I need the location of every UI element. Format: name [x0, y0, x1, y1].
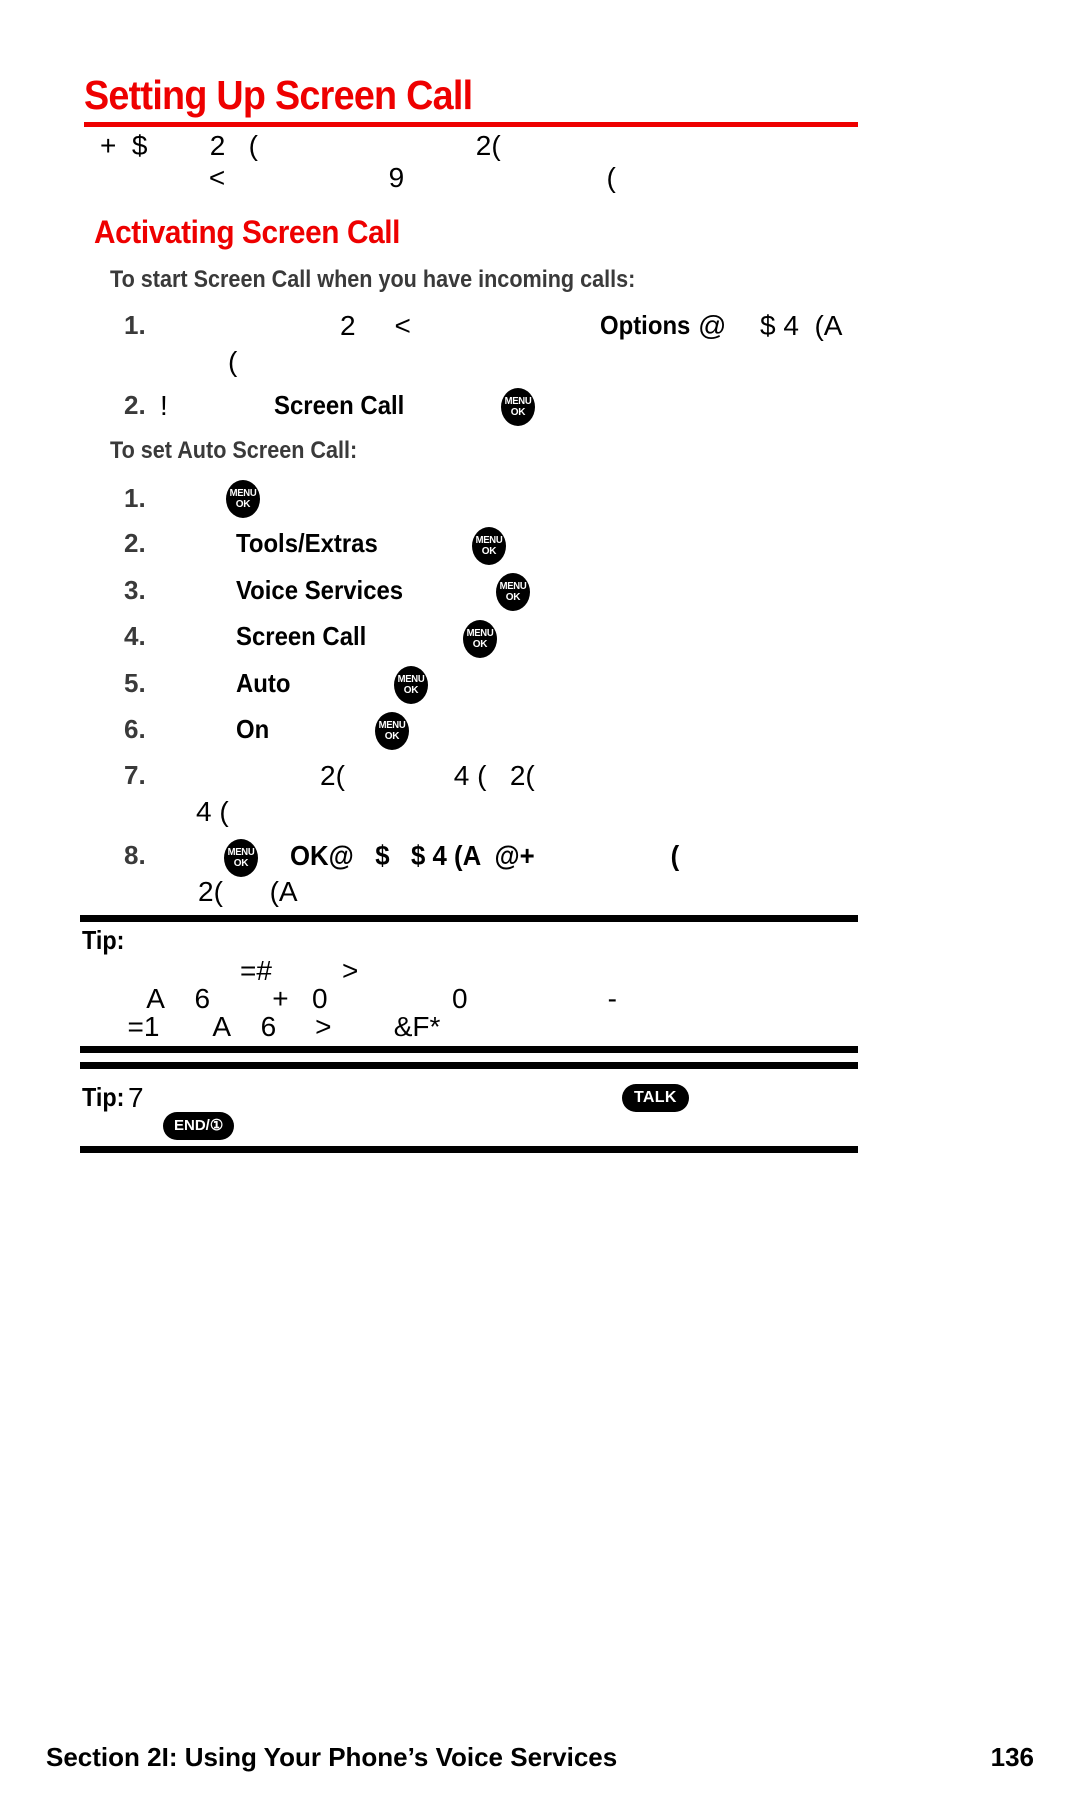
auto-step-2-label: Tools/Extras — [236, 528, 378, 558]
menu-ok-key-top-label: MENU — [397, 674, 425, 685]
menu-ok-key-bottom-label: OK — [233, 858, 249, 869]
auto-step-7-number: 7. — [124, 760, 146, 790]
auto-step-4-label: Screen Call — [236, 621, 367, 651]
menu-ok-key-icon: MENU OK — [375, 712, 409, 750]
start-step-1-pre: 2 < — [340, 310, 411, 341]
start-step-1-tail: $ 4 (A — [760, 310, 843, 341]
intro-line-1: + $ 2 ( 2( — [100, 130, 501, 161]
auto-step-6-label: On — [236, 714, 270, 744]
menu-ok-key-top-label: MENU — [499, 581, 527, 592]
auto-step-7-label: 2( 4 ( 2( — [320, 760, 535, 791]
start-step-1-bold-options: Options — [600, 310, 691, 340]
auto-step-5-number: 5. — [124, 668, 146, 698]
auto-step-7-continuation: 4 ( — [196, 796, 229, 827]
menu-ok-key-top-label: MENU — [378, 720, 406, 731]
footer-section-label: Section 2I: Using Your Phone’s Voice Ser… — [46, 1742, 618, 1772]
auto-step-2-number: 2. — [124, 528, 146, 558]
tip-2-label: Tip: — [82, 1082, 125, 1112]
auto-step-3-label: Voice Services — [236, 575, 404, 605]
menu-ok-key-icon: MENU OK — [501, 388, 535, 426]
tip-1-line-3: =1 A 6 > &F* — [112, 1011, 441, 1042]
subheading-to-set-auto: To set Auto Screen Call: — [110, 437, 358, 464]
menu-ok-key-bottom-label: OK — [384, 731, 400, 742]
auto-step-8-continuation: 2( (A — [198, 876, 298, 907]
menu-ok-key-icon: MENU OK — [224, 839, 258, 877]
auto-step-8-label: OK@ $ $ 4 (A @+ ( — [290, 840, 680, 871]
start-step-1-continuation: ( — [228, 346, 238, 377]
footer-page-number: 136 — [990, 1742, 1034, 1772]
auto-step-4-number: 4. — [124, 621, 146, 651]
end-key-icon: END/① — [163, 1112, 235, 1140]
section-heading-activating: Activating Screen Call — [94, 214, 401, 250]
start-step-2-bold-screen-call: Screen Call — [274, 390, 405, 420]
tip-1-bottom-rule — [80, 1046, 858, 1053]
menu-ok-key-bottom-label: OK — [403, 685, 419, 696]
intro-line-2: < 9 ( — [100, 162, 616, 193]
menu-ok-key-top-label: MENU — [504, 396, 532, 407]
menu-ok-key-icon: MENU OK — [463, 620, 497, 658]
tip-2-top-rule — [80, 1062, 858, 1069]
auto-step-1-number: 1. — [124, 483, 146, 513]
menu-ok-key-bottom-label: OK — [481, 546, 497, 557]
menu-ok-key-top-label: MENU — [229, 488, 257, 499]
tip-2-lead: 7 — [128, 1082, 144, 1113]
menu-ok-key-bottom-label: OK — [472, 639, 488, 650]
auto-step-3-number: 3. — [124, 575, 146, 605]
manual-page: Setting Up Screen Call + $ 2 ( 2( < 9 ( … — [0, 0, 1080, 1800]
menu-ok-key-icon: MENU OK — [472, 527, 506, 565]
menu-ok-key-top-label: MENU — [475, 535, 503, 546]
menu-ok-key-bottom-label: OK — [510, 407, 526, 418]
start-step-2-number: 2. — [124, 390, 146, 420]
talk-key-icon: TALK — [622, 1084, 689, 1112]
menu-ok-key-icon: MENU OK — [226, 480, 260, 518]
start-step-2-pre: ! — [160, 390, 168, 421]
auto-step-6-number: 6. — [124, 714, 146, 744]
start-step-1-number: 1. — [124, 310, 146, 340]
tip-1-label: Tip: — [82, 925, 125, 955]
tip-1-top-rule — [80, 915, 858, 922]
menu-ok-key-bottom-label: OK — [235, 499, 251, 510]
tip-2-bottom-rule — [80, 1146, 858, 1153]
menu-ok-key-icon: MENU OK — [394, 666, 428, 704]
auto-step-8-number: 8. — [124, 840, 146, 870]
menu-ok-key-top-label: MENU — [227, 847, 255, 858]
menu-ok-key-bottom-label: OK — [505, 592, 521, 603]
start-step-1-at: @ — [698, 310, 727, 341]
menu-ok-key-top-label: MENU — [466, 628, 494, 639]
page-title: Setting Up Screen Call — [84, 72, 473, 118]
menu-ok-key-icon: MENU OK — [496, 573, 530, 611]
subheading-to-start: To start Screen Call when you have incom… — [110, 266, 636, 293]
title-underline-rule — [84, 122, 858, 127]
auto-step-5-label: Auto — [236, 668, 291, 698]
